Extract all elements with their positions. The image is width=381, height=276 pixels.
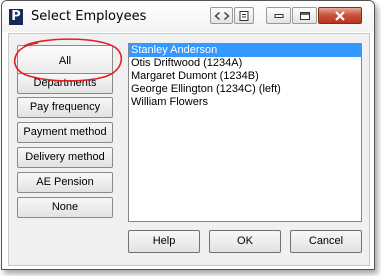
cancel-button[interactable]: Cancel [290, 230, 362, 253]
employee-list-item[interactable]: Otis Driftwood (1234A) [129, 57, 361, 70]
title-bar[interactable]: P Select Employees [2, 1, 374, 32]
filter-ae-pension-button[interactable]: AE Pension [17, 172, 113, 193]
dialog-body: All Departments Pay frequency Payment me… [8, 33, 370, 266]
employee-list[interactable]: Stanley Anderson Otis Driftwood (1234A) … [128, 43, 362, 222]
filter-delivery-method-button[interactable]: Delivery method [17, 147, 113, 168]
employee-list-item[interactable]: Margaret Dumont (1234B) [129, 70, 361, 83]
notes-icon [239, 10, 249, 21]
filter-pay-frequency-button[interactable]: Pay frequency [17, 97, 113, 118]
close-icon [335, 10, 345, 21]
filter-departments-button[interactable]: Departments [17, 73, 113, 94]
employee-list-item[interactable]: William Flowers [129, 96, 361, 109]
maximize-button[interactable] [292, 7, 317, 24]
maximize-icon [299, 11, 310, 20]
filter-none-button[interactable]: None [17, 197, 113, 218]
app-icon: P [9, 9, 23, 25]
minimize-icon [274, 13, 283, 18]
close-button[interactable] [318, 7, 362, 24]
window-title: Select Employees [31, 9, 147, 24]
notes-button[interactable] [234, 7, 254, 24]
minimize-button[interactable] [266, 7, 291, 24]
help-button[interactable]: Help [128, 230, 200, 253]
employee-list-item[interactable]: Stanley Anderson [129, 44, 361, 57]
ok-button[interactable]: OK [209, 230, 281, 253]
filter-payment-method-button[interactable]: Payment method [17, 122, 113, 143]
select-employees-window: P Select Employees All Departments Pay f… [1, 0, 375, 270]
employee-list-item[interactable]: George Ellington (1234C) (left) [129, 83, 361, 96]
back-forward-button[interactable] [210, 7, 233, 24]
back-forward-icon [214, 11, 229, 20]
